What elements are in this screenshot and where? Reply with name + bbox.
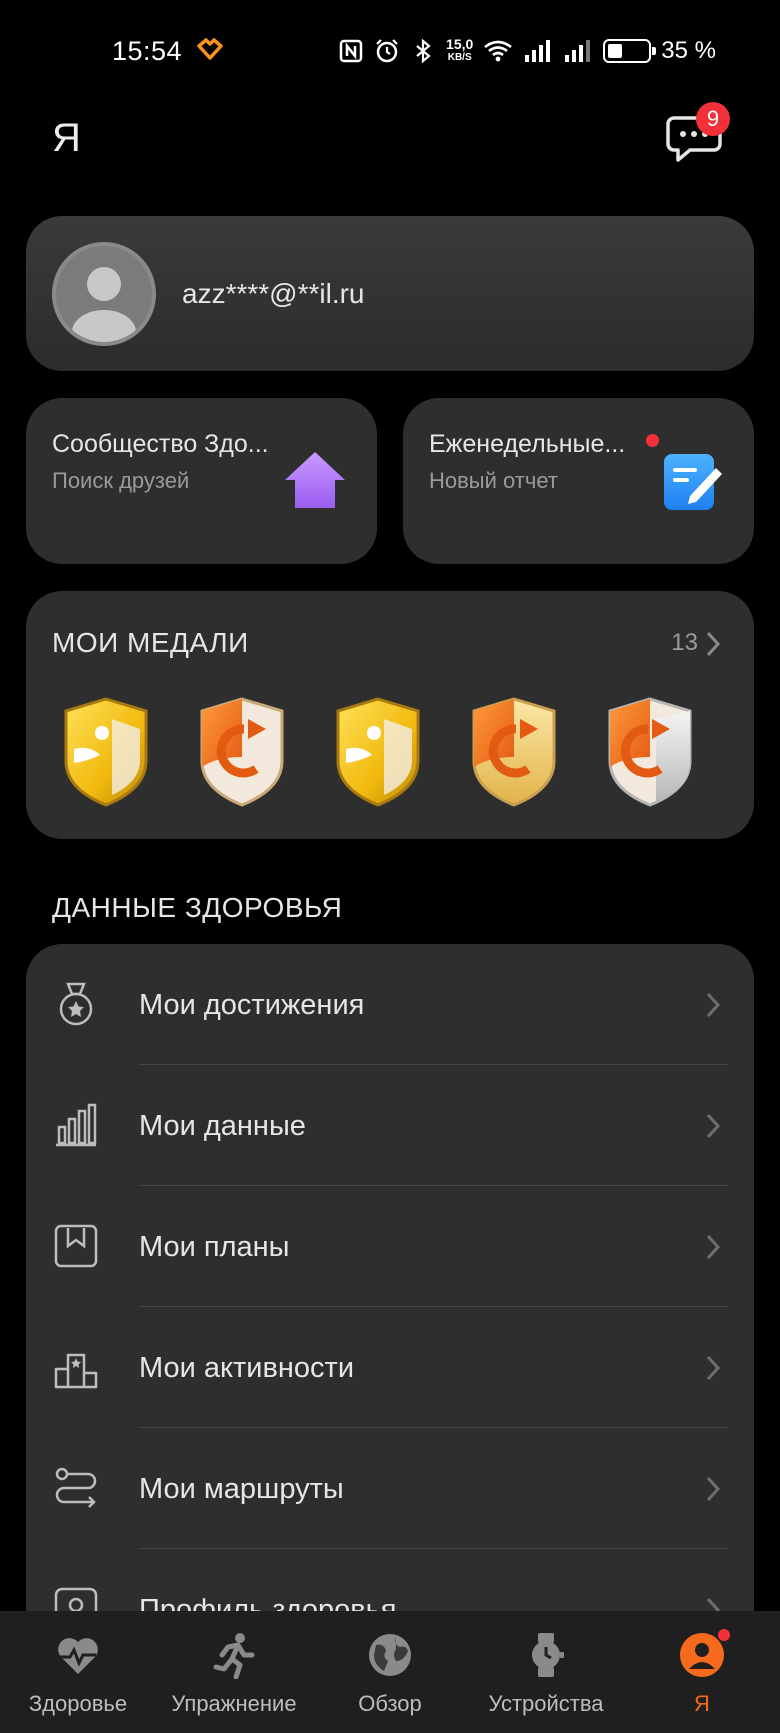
- list-item-label: Мои данные: [139, 1110, 306, 1142]
- medal-badge[interactable]: [196, 697, 288, 807]
- community-card[interactable]: Сообщество Здо... Поиск друзей: [26, 398, 377, 564]
- list-item-plans[interactable]: Мои планы: [26, 1186, 754, 1307]
- chevron-right-icon: [706, 1476, 721, 1502]
- chevron-right-icon: [706, 992, 721, 1018]
- chevron-right-icon: [706, 1355, 721, 1381]
- wifi-icon: [484, 40, 513, 62]
- runner-icon: [213, 1633, 255, 1679]
- net-speed: 15,0 KB/S: [446, 36, 474, 63]
- list-item-activities[interactable]: Мои активности: [26, 1307, 754, 1428]
- nav-tab-health[interactable]: Здоровье: [0, 1611, 156, 1733]
- messages-badge: 9: [696, 102, 730, 136]
- list-item-label: Мои достижения: [139, 989, 365, 1021]
- medals-count: 13: [671, 629, 698, 656]
- weekly-report-card[interactable]: Еженедельные... Новый отчет: [403, 398, 754, 564]
- chevron-right-icon[interactable]: [702, 629, 724, 659]
- status-time: 15:54: [112, 36, 183, 66]
- weekly-subtitle: Новый отчет: [429, 468, 558, 493]
- community-subtitle: Поиск друзей: [52, 468, 190, 493]
- page-title: Я: [52, 116, 81, 160]
- health-data-list: Мои достижения Мои данные Мои планы Мои …: [26, 944, 754, 1644]
- nav-tab-overview[interactable]: Обзор: [312, 1611, 468, 1733]
- bar-chart-icon: [56, 1103, 97, 1147]
- nav-label: Я: [694, 1691, 710, 1716]
- default-avatar-icon: [72, 267, 136, 342]
- nav-label: Обзор: [358, 1691, 422, 1716]
- profile-email: azz****@**il.ru: [182, 278, 365, 309]
- alarm-icon: [376, 39, 398, 63]
- nfc-icon: [339, 39, 363, 63]
- list-item-routes[interactable]: Мои маршруты: [26, 1428, 754, 1549]
- battery-icon: [603, 39, 657, 63]
- avatar[interactable]: [52, 242, 156, 346]
- list-item-label: Мои планы: [139, 1231, 290, 1263]
- nav-label: Устройства: [488, 1691, 604, 1716]
- globe-icon: [369, 1634, 411, 1676]
- medal-badge[interactable]: [604, 697, 696, 807]
- status-bar: 15:54 15,0 KB/S 35 %: [0, 0, 780, 100]
- medal-icon: [59, 982, 93, 1026]
- list-item-label: Мои маршруты: [139, 1473, 344, 1505]
- bluetooth-icon: [416, 38, 431, 64]
- signal-icon: [565, 40, 591, 62]
- heart-pulse-icon: [58, 1638, 98, 1674]
- list-item-my-data[interactable]: Мои данные: [26, 1065, 754, 1186]
- list-item-achievements[interactable]: Мои достижения: [26, 944, 754, 1065]
- list-item-label: Мои активности: [139, 1352, 355, 1384]
- plan-bookmark-icon: [54, 1224, 98, 1268]
- watch-icon: [532, 1633, 564, 1677]
- nav-label: Здоровье: [28, 1691, 128, 1716]
- medal-badge[interactable]: [332, 697, 424, 807]
- chevron-right-icon: [706, 1113, 721, 1139]
- profile-card[interactable]: azz****@**il.ru: [26, 216, 754, 371]
- health-app-icon: [197, 38, 223, 60]
- nav-tab-devices[interactable]: Устройства: [468, 1611, 624, 1733]
- chevron-right-icon: [706, 1234, 721, 1260]
- new-indicator-dot: [646, 434, 659, 447]
- house-icon: [285, 452, 345, 508]
- signal-icon: [525, 40, 551, 62]
- bottom-navigation: Здоровье Упражнение Обзор Устройства Я: [0, 1611, 780, 1733]
- nav-tab-exercise[interactable]: Упражнение: [156, 1611, 312, 1733]
- medals-card[interactable]: МОИ МЕДАЛИ 13: [26, 591, 754, 839]
- podium-icon: [54, 1353, 98, 1389]
- notification-dot: [718, 1629, 730, 1641]
- route-icon: [55, 1467, 97, 1508]
- medal-badge[interactable]: [60, 697, 152, 807]
- community-title: Сообщество Здо...: [52, 430, 269, 458]
- nav-tab-me[interactable]: Я: [624, 1611, 780, 1733]
- nav-label: Упражнение: [171, 1691, 297, 1716]
- report-edit-icon: [664, 454, 722, 510]
- weekly-title: Еженедельные...: [429, 430, 626, 458]
- health-section-title: ДАННЫЕ ЗДОРОВЬЯ: [52, 892, 343, 923]
- medals-title: МОИ МЕДАЛИ: [52, 627, 249, 658]
- battery-percent: 35 %: [661, 37, 716, 64]
- medal-badge[interactable]: [468, 697, 560, 807]
